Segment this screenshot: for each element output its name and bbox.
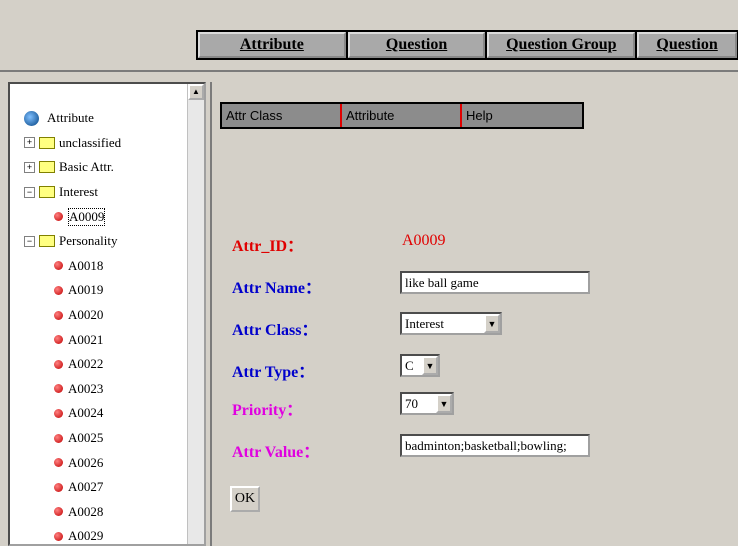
attr-name-label: Attr Name： (232, 280, 322, 297)
attribute-dot-icon (54, 212, 63, 222)
attr-class-select[interactable]: Interest ▼ (400, 312, 502, 335)
folder-label: Personality (59, 233, 118, 249)
tab-attribute[interactable]: Attribute (342, 104, 462, 127)
menu-question-group[interactable]: Question Group (487, 32, 636, 58)
sub-tab-bar: Attr Class Attribute Help (220, 102, 584, 129)
tree-leaf[interactable]: A0023 (24, 377, 121, 402)
expand-icon[interactable]: + (24, 161, 35, 173)
tree-folder-personality[interactable]: − Personality (24, 229, 121, 254)
tree-leaf[interactable]: A0018 (24, 254, 121, 279)
tab-help[interactable]: Help (462, 104, 582, 127)
tree-leaf-label: A0029 (68, 528, 104, 544)
attribute-dot-icon (54, 408, 63, 418)
attr-value-input[interactable]: badminton;basketball;bowling; (400, 434, 590, 457)
tree-leaf[interactable]: A0021 (24, 327, 121, 352)
priority-select[interactable]: 70 ▼ (400, 392, 454, 415)
tree-leaf[interactable]: A0029 (24, 524, 121, 544)
tree-leaf-label: A0022 (68, 356, 104, 372)
tree-leaf[interactable]: A0024 (24, 401, 121, 426)
chevron-down-icon[interactable]: ▼ (484, 314, 500, 333)
collapse-icon[interactable]: − (24, 186, 35, 198)
attribute-dot-icon (54, 531, 63, 541)
menu-question-2[interactable]: Question (637, 32, 737, 58)
ok-button[interactable]: OK (230, 486, 260, 512)
tree-leaf-label: A0028 (68, 503, 104, 519)
tree-leaf[interactable]: A0019 (24, 278, 121, 303)
attribute-dot-icon (54, 482, 63, 492)
tree-leaf-label: A0026 (68, 454, 104, 470)
tree-leaf-label: A0024 (68, 405, 104, 421)
tree-leaf[interactable]: A0020 (24, 303, 121, 328)
chevron-down-icon[interactable]: ▼ (422, 356, 438, 375)
top-frame: Attribute Question Question Group Questi… (0, 0, 738, 72)
attribute-tree: Attribute + unclassified + Basic Attr. −… (24, 106, 121, 544)
tree-leaf-label: A0020 (68, 307, 104, 323)
tree-leaf[interactable]: A0009 (24, 204, 121, 229)
attribute-tree-panel: Attribute + unclassified + Basic Attr. −… (8, 82, 206, 546)
open-folder-icon (39, 235, 55, 248)
attr-type-label: Attr Type： (232, 364, 315, 381)
attr-id-value: A0009 (402, 232, 446, 249)
main-menu-bar: Attribute Question Question Group Questi… (196, 30, 738, 60)
tree-folder-basic-attr[interactable]: + Basic Attr. (24, 155, 121, 180)
attr-name-input[interactable]: like ball game (400, 271, 590, 294)
attribute-dot-icon (54, 335, 63, 345)
attribute-dot-icon (54, 359, 63, 369)
attribute-dot-icon (54, 285, 63, 295)
tree-leaf[interactable]: A0025 (24, 426, 121, 451)
attr-class-selected: Interest (405, 315, 444, 331)
folder-label: unclassified (59, 134, 122, 150)
attribute-dot-icon (54, 458, 63, 468)
tree-leaf-label: A0018 (68, 257, 104, 273)
tree-leaf[interactable]: A0022 (24, 352, 121, 377)
attr-value-label: Attr Value： (232, 444, 320, 461)
menu-question[interactable]: Question (347, 32, 486, 58)
attr-type-selected: C (405, 357, 414, 373)
tab-attr-class[interactable]: Attr Class (222, 104, 342, 127)
priority-selected: 70 (405, 395, 418, 411)
tree-scrollbar[interactable]: ▲ (187, 84, 204, 544)
tree-leaf-label: A0027 (68, 479, 104, 495)
attribute-dot-icon (54, 433, 63, 443)
open-folder-icon (39, 186, 55, 199)
scroll-up-icon[interactable]: ▲ (188, 84, 204, 100)
tree-leaf-label: A0025 (68, 430, 104, 446)
attribute-dot-icon (54, 507, 63, 517)
priority-label: Priority： (232, 402, 303, 419)
tree-root[interactable]: Attribute (24, 106, 121, 131)
attribute-dot-icon (54, 384, 63, 394)
tree-leaf[interactable]: A0027 (24, 475, 121, 500)
tree-leaf-label: A0019 (68, 282, 104, 298)
tree-folder-unclassified[interactable]: + unclassified (24, 131, 121, 156)
attribute-dot-icon (54, 310, 63, 320)
expand-icon[interactable]: + (24, 137, 35, 149)
tree-leaf-label: A0023 (68, 380, 104, 396)
attr-type-select[interactable]: C ▼ (400, 354, 440, 377)
tree-root-label: Attribute (47, 110, 94, 126)
attr-class-label: Attr Class： (232, 322, 318, 339)
folder-label: Basic Attr. (59, 159, 114, 175)
collapse-icon[interactable]: − (24, 235, 35, 247)
attribute-detail-panel: Attr Class Attribute Help Attr_ID： A0009… (210, 82, 738, 546)
tree-folder-interest[interactable]: − Interest (24, 180, 121, 205)
tree-leaf[interactable]: A0026 (24, 450, 121, 475)
menu-attribute[interactable]: Attribute (198, 32, 346, 58)
folder-label: Interest (59, 184, 98, 200)
folder-icon (39, 161, 55, 174)
folder-icon (39, 136, 55, 149)
globe-icon (24, 110, 39, 126)
tree-leaf[interactable]: A0028 (24, 500, 121, 525)
attribute-dot-icon (54, 261, 63, 271)
chevron-down-icon[interactable]: ▼ (436, 394, 452, 413)
attr-id-label: Attr_ID： (232, 238, 304, 255)
tree-leaf-label: A0009 (68, 207, 106, 226)
tree-leaf-label: A0021 (68, 331, 104, 347)
